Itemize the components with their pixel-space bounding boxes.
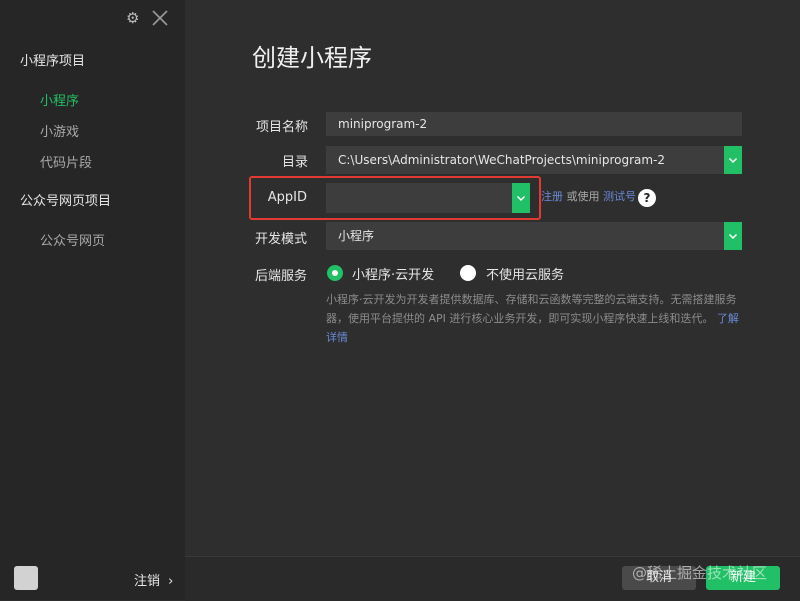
backend-description: 小程序·云开发为开发者提供数据库、存储和云函数等完整的云端支持。无需搭建服务器，…	[326, 290, 746, 347]
chevron-down-icon[interactable]	[724, 146, 742, 174]
help-icon[interactable]: ?	[638, 189, 656, 207]
logout-button[interactable]: 注销 ›	[134, 570, 173, 589]
radio-no-cloud-label[interactable]: 不使用云服务	[486, 264, 564, 283]
appid-hint: 注册 或使用 测试号	[541, 188, 636, 204]
sidebar-item-official-web[interactable]: 公众号网页	[40, 230, 105, 249]
radio-cloud-dev[interactable]	[327, 265, 343, 281]
dev-mode-value: 小程序	[338, 229, 375, 243]
directory-select[interactable]: C:\Users\Administrator\WeChatProjects\mi…	[326, 146, 742, 174]
logout-label: 注销	[134, 574, 161, 589]
backend-label: 后端服务	[254, 269, 307, 284]
sidebar-item-miniprogram[interactable]: 小程序	[40, 90, 79, 109]
radio-no-cloud[interactable]	[460, 265, 476, 281]
test-account-link[interactable]: 测试号	[603, 190, 636, 203]
create-button[interactable]: 新建	[706, 566, 780, 590]
avatar[interactable]	[14, 566, 38, 590]
page-title: 创建小程序	[252, 44, 372, 72]
sidebar-item-code-snippet[interactable]: 代码片段	[40, 152, 92, 171]
chevron-right-icon: ›	[168, 574, 174, 589]
chevron-down-icon[interactable]	[724, 222, 742, 250]
directory-label: 目录	[281, 155, 308, 170]
sidebar-item-minigame[interactable]: 小游戏	[40, 121, 79, 140]
dev-mode-select[interactable]: 小程序	[326, 222, 742, 250]
directory-value: C:\Users\Administrator\WeChatProjects\mi…	[338, 153, 666, 167]
backend-desc-text: 小程序·云开发为开发者提供数据库、存储和云函数等完整的云端支持。无需搭建服务器，…	[326, 293, 737, 325]
radio-cloud-dev-label[interactable]: 小程序·云开发	[352, 264, 434, 283]
dev-mode-label: 开发模式	[254, 232, 307, 247]
section-title-official-account: 公众号网页项目	[20, 194, 112, 209]
highlight-box	[249, 176, 541, 220]
sidebar: ⚙ 小程序项目 小程序 小游戏 代码片段 公众号网页项目 公众号网页 注销 ›	[0, 0, 185, 600]
section-title-miniprogram: 小程序项目	[20, 54, 86, 69]
project-name-input[interactable]: miniprogram-2	[326, 112, 742, 136]
project-name-label: 项目名称	[255, 120, 308, 135]
close-icon[interactable]	[150, 8, 170, 28]
gear-icon[interactable]: ⚙	[126, 10, 142, 26]
appid-hint-or: 或使用	[566, 190, 600, 203]
cancel-button[interactable]: 取消	[622, 566, 696, 590]
register-link[interactable]: 注册	[541, 190, 563, 203]
